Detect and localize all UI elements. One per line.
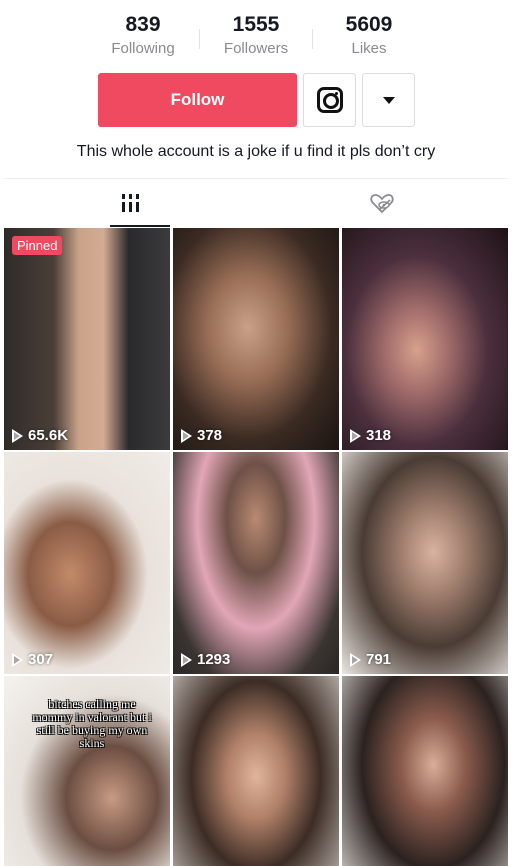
play-icon (12, 428, 23, 443)
likes-stat[interactable]: 5609 Likes (313, 12, 425, 62)
play-icon (181, 652, 192, 667)
followers-stat[interactable]: 1555 Followers (200, 12, 312, 62)
heart-eye-off-icon (370, 194, 394, 214)
more-options-button[interactable] (362, 73, 415, 127)
caret-down-icon (382, 96, 395, 104)
instagram-button[interactable] (303, 73, 356, 127)
profile-tabs (4, 178, 508, 228)
video-thumbnail[interactable]: 378 (173, 228, 339, 450)
video-thumbnail[interactable]: 1293 (173, 452, 339, 674)
tab-videos[interactable] (4, 179, 256, 227)
video-thumbnail[interactable]: bitches calling me mommy in valorant but… (4, 676, 170, 866)
instagram-icon (316, 87, 343, 113)
following-stat[interactable]: 839 Following (87, 12, 199, 62)
video-thumbnail[interactable]: 791 (342, 452, 508, 674)
likes-count: 5609 (345, 13, 393, 36)
likes-label: Likes (351, 40, 387, 57)
followers-label: Followers (223, 40, 289, 57)
grid-icon (121, 194, 139, 212)
profile-stats: 839 Following 1555 Followers 5609 Likes (0, 12, 512, 62)
video-grid: Pinned 65.6K 378 318 307 1293 791 bitche… (4, 228, 508, 866)
following-count: 839 (125, 13, 161, 36)
view-count: 791 (350, 651, 391, 668)
view-count: 318 (350, 427, 391, 444)
followers-count: 1555 (232, 13, 280, 36)
view-count: 307 (12, 651, 53, 668)
view-count: 65.6K (12, 427, 68, 444)
video-thumbnail[interactable]: 318 (342, 228, 508, 450)
view-count: 1293 (181, 651, 230, 668)
follow-button[interactable]: Follow (98, 73, 297, 127)
play-icon (12, 652, 23, 667)
following-label: Following (111, 40, 175, 57)
video-thumbnail[interactable] (173, 676, 339, 866)
video-thumbnail[interactable]: Pinned 65.6K (4, 228, 170, 450)
profile-bio: This whole account is a joke if u find i… (76, 143, 436, 160)
pinned-badge: Pinned (12, 236, 63, 255)
play-icon (181, 428, 192, 443)
play-icon (350, 652, 361, 667)
tab-liked[interactable] (256, 179, 508, 227)
video-caption-overlay: bitches calling me mommy in valorant but… (32, 697, 152, 750)
play-icon (350, 428, 361, 443)
view-count: 378 (181, 427, 222, 444)
profile-actions: Follow (98, 73, 415, 127)
video-thumbnail[interactable]: 307 (4, 452, 170, 674)
video-thumbnail[interactable] (342, 676, 508, 866)
